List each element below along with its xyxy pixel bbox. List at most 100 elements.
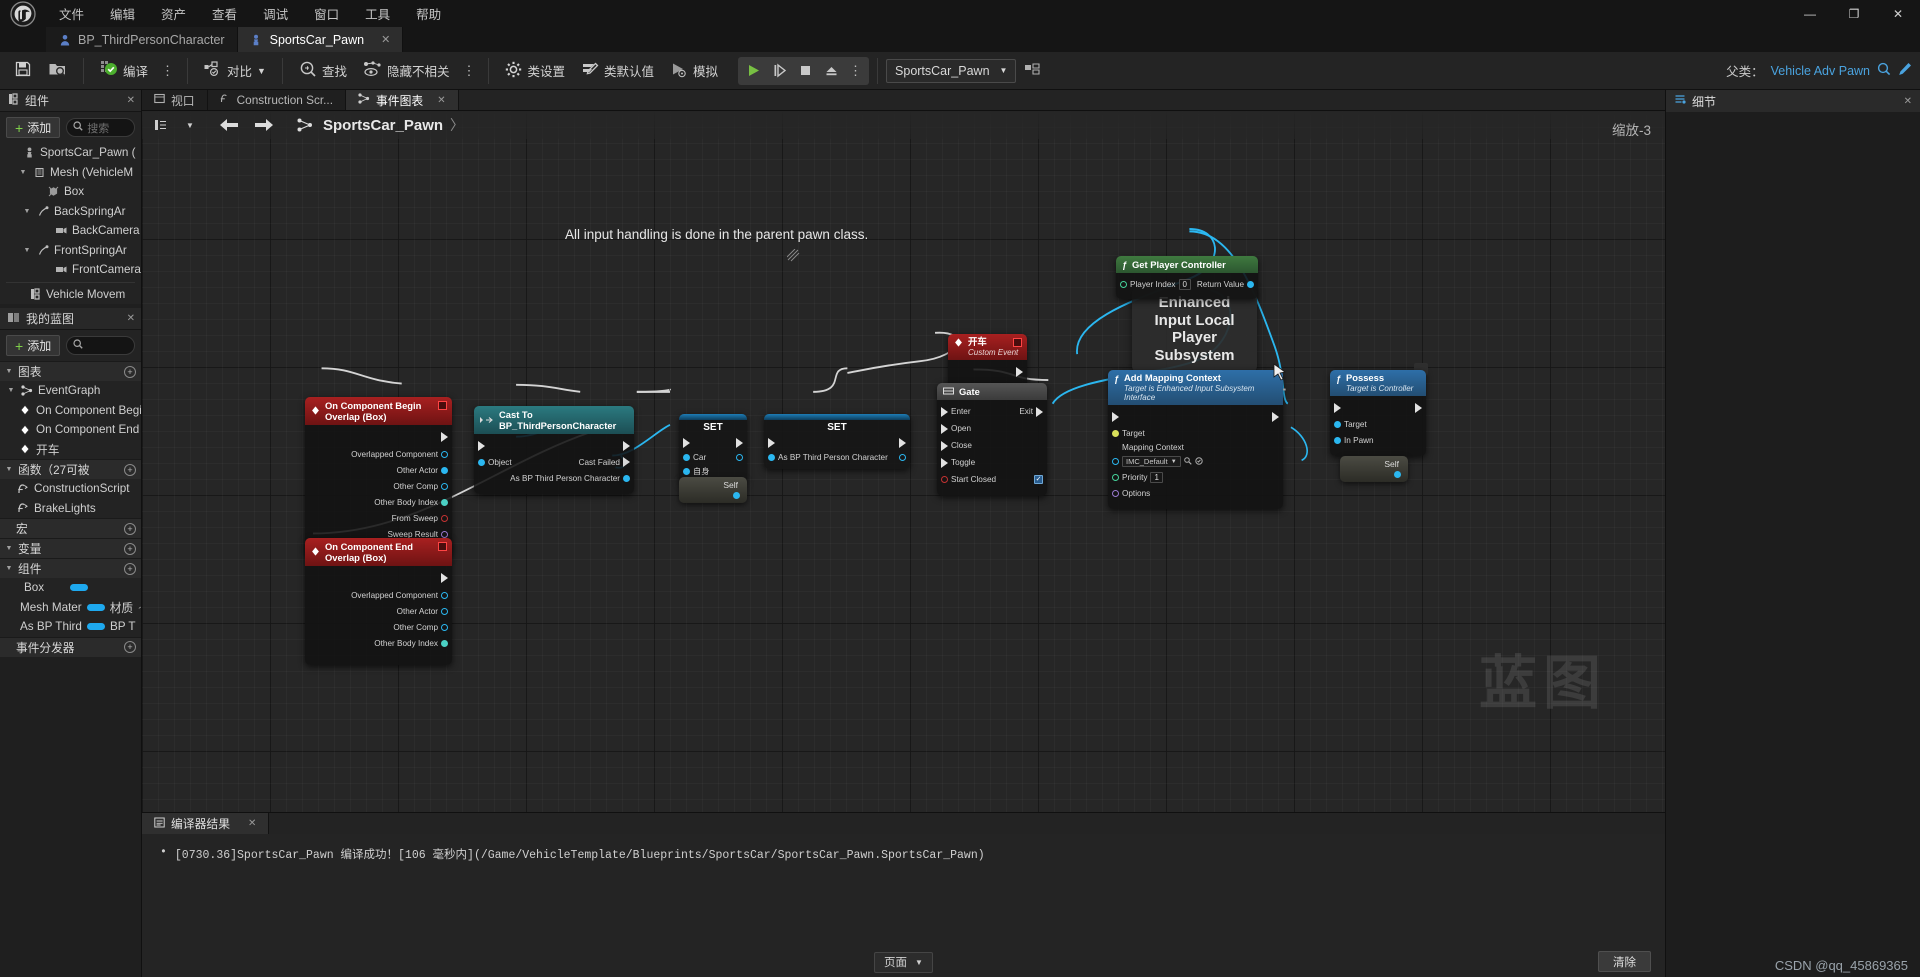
variable-row-box[interactable]: Box (0, 578, 141, 598)
node-set-car[interactable]: SET Car 自身 (679, 414, 747, 483)
menu-tools[interactable]: 工具 (352, 0, 403, 27)
menu-asset[interactable]: 资产 (148, 0, 199, 27)
pin-in-pawn[interactable]: In Pawn (1330, 432, 1426, 448)
node-possess[interactable]: ƒ Possess Target is Controller Target In… (1330, 370, 1426, 456)
pin-player-index-return[interactable]: Player Index 0 Return Value (1116, 276, 1258, 293)
browse-icon[interactable] (1183, 456, 1192, 467)
myblueprint-search-input[interactable] (66, 336, 135, 355)
expander-icon[interactable]: ▼ (18, 169, 28, 176)
pin-as-bp-third-person-character[interactable]: As BP Third Person Character (474, 470, 634, 486)
expander-icon[interactable]: ▼ (22, 208, 32, 215)
pin-start-closed[interactable]: Start Closed ✓ (937, 471, 1047, 488)
start-closed-checkbox[interactable]: ✓ (1034, 475, 1043, 484)
pin-enter-exit[interactable]: Enter Exit (937, 403, 1047, 420)
node-custom-event-kaiche[interactable]: 开车 Custom Event (948, 334, 1027, 389)
add-macro-icon[interactable]: + (124, 522, 136, 535)
add-dispatcher-icon[interactable]: + (124, 641, 136, 653)
menu-edit[interactable]: 编辑 (97, 0, 148, 27)
close-icon[interactable]: ✕ (127, 313, 135, 324)
unreal-engine-logo-icon[interactable] (0, 0, 46, 27)
variable-expand-icon[interactable]: 〜 (141, 619, 142, 634)
add-variable-icon[interactable]: + (124, 542, 136, 555)
pin-exec-row[interactable] (1330, 399, 1426, 416)
breadcrumb-graph-name[interactable]: SportsCar_Pawn (323, 117, 443, 134)
class-defaults-button[interactable]: 类默认值 (573, 56, 662, 86)
pin-other-body-index[interactable]: Other Body Index (305, 635, 452, 651)
player-index-value[interactable]: 0 (1178, 279, 1191, 290)
mapping-context-dropdown[interactable]: IMC_Default ▼ (1122, 456, 1181, 468)
close-icon[interactable]: ✕ (248, 818, 256, 829)
components-search-input[interactable]: 搜索 (66, 118, 135, 137)
pin-other-comp[interactable]: Other Comp (305, 478, 452, 494)
component-row-backspringarm[interactable]: ▼ BackSpringAr (0, 202, 141, 222)
node-add-mapping-context[interactable]: ƒ Add Mapping Context Target is Enhanced… (1108, 370, 1283, 510)
list-icon[interactable] (150, 114, 172, 136)
pin-priority[interactable]: Priority 1 (1108, 469, 1283, 485)
pin-from-sweep[interactable]: From Sweep (305, 510, 452, 526)
blueprint-graph-canvas[interactable]: ▼ SportsCar_Pawn 〉 缩放-3 All input handli (142, 111, 1665, 812)
pin-target[interactable]: Target (1108, 425, 1283, 441)
chevron-down-icon[interactable]: ▼ (257, 66, 266, 76)
component-row-mesh[interactable]: ▼ Mesh (VehicleM (0, 163, 141, 183)
graph-row-kaiche[interactable]: 开车 (0, 440, 141, 460)
expander-icon[interactable]: ▼ (22, 247, 32, 254)
node-cast-to-bp-thirdpersoncharacter[interactable]: Cast To BP_ThirdPersonCharacter Object C… (474, 406, 634, 494)
section-functions[interactable]: ▼ 函数（27可被 + (0, 459, 141, 479)
component-row-frontspringarm[interactable]: ▼ FrontSpringAr (0, 241, 141, 261)
node-self-reference-2[interactable]: Self (1340, 456, 1408, 482)
find-button[interactable]: 查找 (291, 56, 355, 86)
node-on-component-end-overlap[interactable]: On Component End Overlap (Box) Overlappe… (305, 538, 452, 665)
tab-construction-script[interactable]: Construction Scr... (207, 90, 346, 110)
component-row-box[interactable]: Box (0, 182, 141, 202)
section-macros[interactable]: 宏 + (0, 518, 141, 538)
hide-unrelated-button[interactable]: 隐藏不相关 (355, 56, 458, 86)
variable-row-mesh-material[interactable]: Mesh Mater 材质 〜 (0, 598, 141, 618)
tab-sportscar-pawn[interactable]: SportsCar_Pawn ✕ (237, 27, 404, 52)
minimize-button[interactable]: — (1788, 0, 1832, 27)
add-graph-icon[interactable]: + (124, 365, 136, 378)
debug-filter-button[interactable] (1016, 56, 1049, 86)
pin-exec-out[interactable] (305, 569, 452, 587)
pencil-icon[interactable] (1898, 62, 1912, 79)
add-function-icon[interactable]: + (124, 463, 136, 476)
graph-row-eventgraph[interactable]: ▼ EventGraph (0, 381, 141, 401)
component-row-vehicle-movement[interactable]: Vehicle Movem (0, 285, 141, 305)
node-self-reference-1[interactable]: Self (679, 477, 747, 503)
pin-mapping-context-value-row[interactable]: IMC_Default ▼ (1108, 454, 1283, 469)
section-variables[interactable]: ▼ 变量 + (0, 538, 141, 558)
component-row-frontcamera[interactable]: FrontCamera (0, 260, 141, 280)
node-get-player-controller[interactable]: ƒ Get Player Controller Player Index 0 R… (1116, 256, 1258, 299)
simulate-button[interactable]: 模拟 (662, 56, 726, 86)
pin-overlapped-component[interactable]: Overlapped Component (305, 446, 452, 462)
stop-icon[interactable] (792, 58, 818, 84)
variable-row-as-bp-third[interactable]: As BP Third BP T 〜 (0, 617, 141, 637)
play-icon[interactable] (740, 58, 766, 84)
node-on-component-begin-overlap[interactable]: On Component Begin Overlap (Box) Overlap… (305, 397, 452, 556)
save-button[interactable] (6, 56, 40, 86)
graph-row-on-component-begin[interactable]: On Component Begi (0, 401, 141, 421)
compile-button[interactable]: 编译 (92, 56, 156, 86)
parent-class-link[interactable]: Vehicle Adv Pawn (1771, 64, 1870, 78)
page-selector[interactable]: 页面 ▼ (874, 951, 933, 973)
priority-value[interactable]: 1 (1150, 471, 1163, 483)
pin-mapping-context[interactable]: Mapping Context (1108, 441, 1283, 454)
node-set-as-bp-third-person-character[interactable]: SET As BP Third Person Character (764, 414, 910, 469)
pin-exec-row[interactable] (1108, 408, 1283, 425)
pin-exec-row[interactable] (679, 436, 747, 450)
pin-self-car[interactable]: 自身 (679, 464, 747, 478)
add-variable-component-icon[interactable]: + (124, 562, 136, 575)
pin-exec-row[interactable] (474, 437, 634, 454)
node-gate[interactable]: Gate Enter Exit Open Close Toggle Start … (937, 383, 1047, 496)
menu-file[interactable]: 文件 (46, 0, 97, 27)
function-row-brakelights[interactable]: BrakeLights (0, 499, 141, 519)
close-icon[interactable]: ✕ (1904, 96, 1912, 107)
expander-icon[interactable]: ▼ (4, 368, 14, 375)
section-variable-components[interactable]: ▼ 组件 + (0, 558, 141, 578)
pin-object-castfailed[interactable]: Object Cast Failed (474, 454, 634, 470)
menu-help[interactable]: 帮助 (403, 0, 454, 27)
play-options-icon[interactable]: ⋮ (844, 64, 867, 77)
add-component-button[interactable]: + 添加 (6, 117, 61, 138)
close-icon[interactable]: ✕ (437, 95, 445, 106)
expander-icon[interactable]: ▼ (4, 565, 14, 572)
variable-expand-icon[interactable]: 〜 (138, 600, 141, 615)
